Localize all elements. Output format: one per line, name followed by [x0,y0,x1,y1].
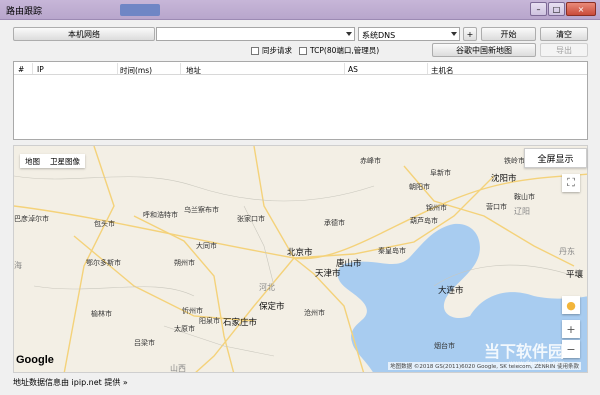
title-tabs [52,4,412,16]
window-title: 路由跟踪 [6,7,43,17]
google-logo: Google [16,354,54,366]
map-label-shijiazhuang: 石家庄市 [223,318,258,328]
tcp-label: TCP(80端口,管理员) [310,46,380,55]
map-label-hebei: 河北 [259,283,275,292]
status-text[interactable]: 地址数据信息由 ipip.net 提供 » [13,377,128,388]
title-bar: 路由跟踪 – □ × [0,0,600,20]
map-label-fuxin: 阜新市 [430,169,451,177]
map-label-baoding: 保定市 [259,302,285,312]
column-header-ip[interactable]: IP [37,65,44,74]
map-label-taiyuan: 太原市 [174,325,195,333]
map-label-chifeng: 赤峰市 [360,157,381,165]
title-tab-active[interactable] [120,4,160,16]
zoom-in-button[interactable]: + [562,320,580,338]
title-tab-5[interactable] [310,4,354,16]
dns-select[interactable]: 系统DNS [358,27,460,41]
map-label-chengde: 承德市 [324,219,345,227]
map-type-satellite-tab[interactable]: 卫星图像 [45,154,85,168]
column-divider[interactable] [117,63,118,74]
status-bar: 地址数据信息由 ipip.net 提供 » [0,375,600,395]
map-label-tangshan: 唐山市 [336,259,362,269]
map-label-zhangjiakou: 张家口市 [237,215,265,223]
title-tab-1[interactable] [52,4,92,16]
start-button[interactable]: 开始 [481,27,536,41]
map-label-hai: 海 [14,261,22,270]
map-label-cangzhou: 沧州市 [304,309,325,317]
dns-select-value: 系统DNS [362,31,396,40]
map-label-tieling: 铁岭市 [504,157,525,165]
column-header-address[interactable]: 地址 [186,65,201,76]
sync-request-checkbox[interactable]: 同步请求 [251,45,292,56]
map-label-huludao: 葫芦岛市 [410,217,438,225]
map-label-bayannur: 巴彦淖尔市 [14,215,49,223]
maximize-button[interactable]: □ [548,2,565,16]
map-view[interactable]: 地图 卫星图像 北京市 天津市 唐山市 保定市 石家庄市 大连市 沈阳市 张家口… [13,145,588,373]
map-label-datong: 大同市 [196,242,217,250]
map-label-qinhuangdao: 秦皇岛市 [378,247,406,255]
clear-button[interactable]: 清空 [540,27,588,41]
checkbox-box[interactable] [251,46,259,55]
map-label-luliang: 吕梁市 [134,339,155,347]
title-tab-6[interactable] [368,4,408,16]
add-button[interactable]: + [463,27,477,41]
map-label-yulin: 榆林市 [91,310,112,318]
map-label-hohhot: 呼和浩特市 [143,211,178,219]
chevron-down-icon[interactable] [451,32,457,36]
map-label-liaoyang: 辽阳 [514,207,530,216]
column-divider[interactable] [32,63,33,74]
target-input[interactable] [156,27,355,41]
column-header-time[interactable]: 时间(ms) [120,65,152,76]
google-map-button[interactable]: 谷歌中国新地图 [432,43,536,57]
results-table[interactable]: # IP 时间(ms) 地址 AS 主机名 [13,61,588,140]
map-label-chaoyang: 朝阳市 [409,183,430,191]
export-button[interactable]: 导出 [540,43,588,57]
sync-request-label: 同步请求 [262,46,292,55]
local-network-button[interactable]: 本机网络 [13,27,155,41]
map-label-jinzhou: 锦州市 [426,204,447,212]
map-label-anshan: 鞍山市 [514,193,535,201]
minimize-button[interactable]: – [530,2,547,16]
map-label-ulanqab: 乌兰察布市 [184,206,219,214]
map-label-dalian: 大连市 [438,286,464,296]
checkbox-box[interactable] [299,46,307,55]
close-button[interactable]: × [566,2,596,16]
map-label-ordos: 鄂尔多斯市 [86,259,121,267]
chevron-down-icon[interactable] [346,32,352,36]
watermark-text: 当下软件园 [484,342,565,361]
street-view-pegman-icon[interactable]: ● [562,296,580,314]
title-tab-3[interactable] [164,4,208,16]
zoom-out-button[interactable]: − [562,340,580,358]
fullscreen-button[interactable]: 全屏显示 [524,148,587,168]
map-label-baotou: 包头市 [94,220,115,228]
column-header-as[interactable]: AS [348,65,358,74]
map-label-xinzhou: 忻州市 [182,307,203,315]
map-label-yingkou: 营口市 [486,203,507,211]
map-label-shenyang: 沈阳市 [491,174,517,184]
expand-icon[interactable]: ⛶ [562,174,580,192]
column-divider[interactable] [427,63,428,74]
column-divider[interactable] [344,63,345,74]
map-label-dandong: 丹东 [559,247,575,256]
map-label-pyongyang: 平壤 [566,270,584,280]
map-label-yangquan: 阳泉市 [199,317,220,325]
map-label-shanxi: 山西 [170,364,186,373]
tcp-checkbox[interactable]: TCP(80端口,管理员) [299,45,379,56]
column-header-index[interactable]: # [18,65,24,74]
watermark-url: www.downxia.com [509,360,565,367]
map-type-map-tab[interactable]: 地图 [20,154,45,168]
map-label-yantai: 烟台市 [434,342,455,350]
column-header-hostname[interactable]: 主机名 [431,65,454,76]
title-tab-4[interactable] [228,4,272,16]
map-label-beijing: 北京市 [287,248,313,258]
map-label-shuozhou: 朔州市 [174,259,195,267]
map-type-control: 地图 卫星图像 [20,154,85,168]
table-header: # IP 时间(ms) 地址 AS 主机名 [14,62,587,75]
column-divider[interactable] [180,63,181,74]
